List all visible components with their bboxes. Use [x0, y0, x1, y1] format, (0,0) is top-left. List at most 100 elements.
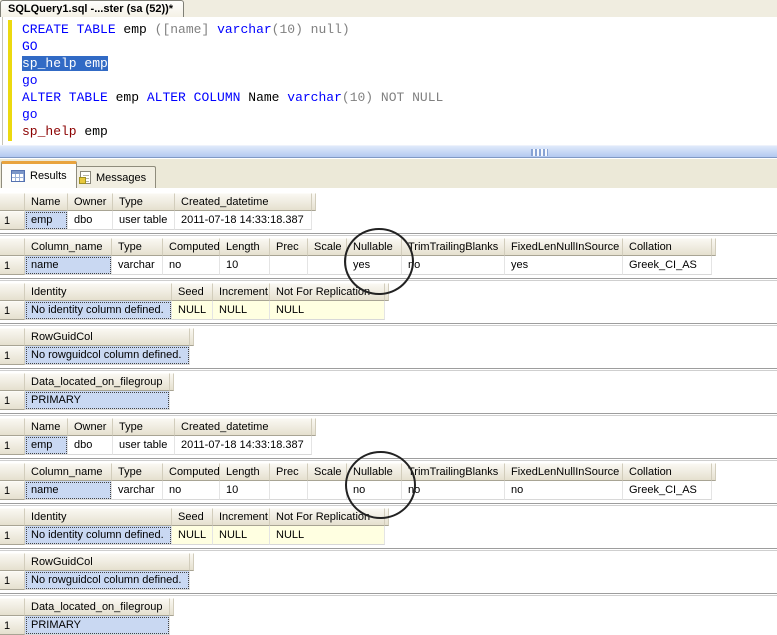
grid-cell[interactable]: NULL — [172, 526, 213, 545]
column-header[interactable]: Increment — [213, 283, 270, 301]
row-header[interactable]: 1 — [0, 391, 25, 410]
grid-cell[interactable]: no — [505, 481, 623, 500]
column-header[interactable]: Name — [25, 193, 68, 211]
column-header[interactable]: Type — [112, 463, 163, 481]
tab-results[interactable]: Results — [1, 161, 77, 188]
grid-cell[interactable]: No identity column defined. — [25, 301, 172, 320]
column-header[interactable]: RowGuidCol — [25, 328, 190, 346]
column-header[interactable]: RowGuidCol — [25, 553, 190, 571]
column-header[interactable]: Increment — [213, 508, 270, 526]
grid-cell[interactable] — [308, 481, 347, 500]
column-header[interactable]: Computed — [163, 463, 220, 481]
grid-corner-cell[interactable] — [0, 283, 25, 301]
column-header[interactable]: TrimTrailingBlanks — [402, 463, 505, 481]
tab-messages[interactable]: Messages — [70, 166, 157, 188]
grid-cell[interactable]: varchar — [112, 256, 163, 275]
document-tab[interactable]: SQLQuery1.sql -...ster (sa (52))* — [0, 0, 185, 17]
column-header[interactable]: FixedLenNullInSource — [505, 463, 623, 481]
grid-cell[interactable] — [270, 481, 308, 500]
column-header[interactable]: TrimTrailingBlanks — [402, 238, 505, 256]
column-header[interactable]: Identity — [25, 508, 172, 526]
row-header[interactable]: 1 — [0, 571, 25, 590]
row-header[interactable]: 1 — [0, 256, 25, 275]
grid-corner-cell[interactable] — [0, 553, 25, 571]
grid-cell[interactable]: NULL — [213, 301, 270, 320]
row-header[interactable]: 1 — [0, 616, 25, 635]
code-area[interactable]: CREATE TABLE emp ([name] varchar(10) nul… — [0, 21, 777, 140]
code-line[interactable]: GO — [0, 38, 777, 55]
column-header[interactable]: Created_datetime — [175, 418, 312, 436]
grid-cell[interactable]: No rowguidcol column defined. — [25, 346, 190, 365]
grid-cell[interactable]: name — [25, 481, 112, 500]
column-header[interactable]: Column_name — [25, 463, 112, 481]
grid-cell[interactable]: 2011-07-18 14:33:18.387 — [175, 211, 312, 230]
grid-cell[interactable]: Greek_CI_AS — [623, 481, 712, 500]
grid-cell[interactable]: user table — [113, 211, 175, 230]
row-header[interactable]: 1 — [0, 346, 25, 365]
column-header[interactable]: Prec — [270, 238, 308, 256]
column-header[interactable]: FixedLenNullInSource — [505, 238, 623, 256]
grid-corner-cell[interactable] — [0, 373, 25, 391]
grid-cell[interactable]: no — [402, 256, 505, 275]
column-header[interactable]: Length — [220, 463, 270, 481]
grid-corner-cell[interactable] — [0, 418, 25, 436]
column-header[interactable]: Seed — [172, 508, 213, 526]
grid-cell[interactable]: NULL — [270, 526, 385, 545]
grid-cell[interactable]: emp — [25, 211, 68, 230]
grid-cell[interactable]: no — [163, 481, 220, 500]
column-header[interactable]: Type — [113, 193, 175, 211]
column-header[interactable]: Data_located_on_filegroup — [25, 373, 170, 391]
column-header[interactable]: Column_name — [25, 238, 112, 256]
column-header[interactable]: Owner — [68, 418, 113, 436]
grid-cell[interactable]: NULL — [213, 526, 270, 545]
grid-corner-cell[interactable] — [0, 508, 25, 526]
splitter-grip-icon[interactable] — [531, 149, 548, 156]
column-header[interactable]: Name — [25, 418, 68, 436]
grid-cell[interactable]: name — [25, 256, 112, 275]
row-header[interactable]: 1 — [0, 301, 25, 320]
grid-cell[interactable]: Greek_CI_AS — [623, 256, 712, 275]
pane-splitter[interactable] — [0, 145, 777, 158]
grid-cell[interactable]: emp — [25, 436, 68, 455]
column-header[interactable]: Scale — [308, 463, 347, 481]
grid-corner-cell[interactable] — [0, 463, 25, 481]
grid-corner-cell[interactable] — [0, 238, 25, 256]
column-header[interactable]: Seed — [172, 283, 213, 301]
grid-cell[interactable]: yes — [505, 256, 623, 275]
grid-cell[interactable] — [270, 256, 308, 275]
grid-cell[interactable]: no — [163, 256, 220, 275]
grid-cell[interactable]: PRIMARY — [25, 391, 170, 410]
code-line[interactable]: sp_help emp — [0, 55, 777, 72]
grid-cell[interactable]: 10 — [220, 481, 270, 500]
grid-cell[interactable]: NULL — [172, 301, 213, 320]
grid-corner-cell[interactable] — [0, 193, 25, 211]
row-header[interactable]: 1 — [0, 436, 25, 455]
column-header[interactable]: Collation — [623, 238, 712, 256]
code-line[interactable]: go — [0, 106, 777, 123]
column-header[interactable]: Length — [220, 238, 270, 256]
code-line[interactable]: CREATE TABLE emp ([name] varchar(10) nul… — [0, 21, 777, 38]
grid-cell[interactable]: 2011-07-18 14:33:18.387 — [175, 436, 312, 455]
column-header[interactable]: Data_located_on_filegroup — [25, 598, 170, 616]
code-line[interactable]: sp_help emp — [0, 123, 777, 140]
column-header[interactable]: Collation — [623, 463, 712, 481]
grid-cell[interactable]: dbo — [68, 436, 113, 455]
row-header[interactable]: 1 — [0, 481, 25, 500]
grid-cell[interactable]: No rowguidcol column defined. — [25, 571, 190, 590]
row-header[interactable]: 1 — [0, 211, 25, 230]
grid-cell[interactable]: user table — [113, 436, 175, 455]
grid-cell[interactable]: varchar — [112, 481, 163, 500]
sql-editor[interactable]: CREATE TABLE emp ([name] varchar(10) nul… — [0, 17, 777, 145]
column-header[interactable]: Type — [112, 238, 163, 256]
column-header[interactable]: Created_datetime — [175, 193, 312, 211]
grid-corner-cell[interactable] — [0, 328, 25, 346]
grid-cell[interactable]: No identity column defined. — [25, 526, 172, 545]
code-line[interactable]: go — [0, 72, 777, 89]
grid-corner-cell[interactable] — [0, 598, 25, 616]
grid-cell[interactable]: 10 — [220, 256, 270, 275]
grid-cell[interactable]: no — [402, 481, 505, 500]
column-header[interactable]: Prec — [270, 463, 308, 481]
grid-cell[interactable] — [308, 256, 347, 275]
grid-cell[interactable]: NULL — [270, 301, 385, 320]
grid-cell[interactable]: dbo — [68, 211, 113, 230]
